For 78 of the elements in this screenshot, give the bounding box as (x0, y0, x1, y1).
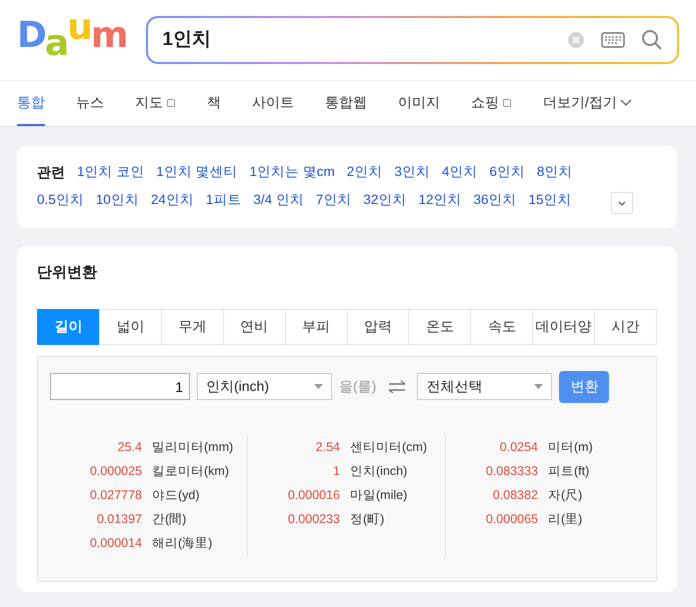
unit-tab[interactable]: 속도 (470, 308, 534, 344)
related-link[interactable]: 3/4 인치 (253, 190, 304, 214)
search-icon[interactable] (641, 29, 663, 51)
search-query: 1인치 (162, 28, 212, 52)
related-link[interactable]: 10인치 (96, 190, 139, 214)
related-link[interactable]: 1인치는 몇cm (250, 162, 335, 187)
result-value: 25.4 (116, 439, 142, 456)
chevron-down-icon (620, 98, 632, 106)
result-value: 0.000016 (286, 487, 340, 504)
dropdown-caret-icon (534, 384, 544, 389)
from-unit-select[interactable]: 인치(inch) (197, 373, 332, 400)
keyboard-icon[interactable] (601, 32, 625, 48)
nav-tab[interactable]: 통합 (17, 81, 45, 126)
unit-name: 밀리미터(mm) (152, 439, 234, 456)
section-title: 단위변환 (37, 263, 98, 283)
unit-tab[interactable]: 연비 (222, 308, 286, 344)
result-value: 0.000065 (484, 511, 538, 528)
unit-name: 미터(m) (548, 439, 593, 456)
unit-tab[interactable]: 부피 (284, 308, 348, 344)
to-unit-select[interactable]: 전체선택 (417, 373, 552, 400)
related-link[interactable]: 0.5인치 (37, 190, 84, 214)
related-link[interactable]: 36인치 (473, 190, 516, 214)
related-link[interactable]: 4인치 (442, 162, 478, 187)
result-value: 0.000025 (88, 463, 142, 480)
result-value: 0.000233 (286, 511, 340, 528)
unit-tab[interactable]: 압력 (346, 308, 410, 344)
related-link[interactable]: 24인치 (150, 190, 194, 214)
unit-tab[interactable]: 시간 (594, 308, 658, 344)
unit-name: 인치(inch) (350, 463, 408, 480)
nav-tab[interactable]: 사이트 (252, 81, 294, 126)
unit-tab[interactable]: 무게 (160, 308, 224, 344)
unit-tab[interactable]: 온도 (408, 308, 472, 344)
nav-tab[interactable]: 이미지 (398, 81, 440, 126)
related-link[interactable]: 15인치 (528, 190, 572, 214)
related-link[interactable]: 12인치 (418, 190, 462, 214)
result-value: 0.01397 (96, 511, 142, 528)
swap-icon[interactable] (386, 380, 407, 394)
result-value: 0.083333 (484, 463, 538, 480)
related-link[interactable]: 32인치 (363, 190, 406, 214)
nav-tab[interactable]: 통합웹 (325, 81, 367, 126)
unit-tab[interactable]: 길이 (37, 308, 100, 344)
search-field[interactable]: 1인치 (146, 16, 679, 64)
result-value: 2.54 (314, 439, 340, 456)
nav-tab[interactable]: 지도 (135, 81, 176, 126)
nav-tab[interactable]: 책 (207, 81, 221, 126)
nav-tab[interactable]: 쇼핑 (471, 81, 512, 126)
related-link[interactable]: 2인치 (346, 162, 382, 187)
related-label: 관련 (37, 163, 65, 182)
expand-button[interactable] (611, 192, 633, 214)
result-value: 0.08382 (492, 487, 538, 504)
related-link[interactable]: 8인치 (536, 162, 572, 187)
result-value: 0.0254 (498, 439, 538, 456)
unit-name: 야드(yd) (152, 487, 200, 504)
nav-tab[interactable]: 더보기/접기 (543, 81, 632, 126)
unit-name: 해리(海里) (152, 535, 212, 552)
unit-name: 피트(ft) (548, 463, 590, 480)
unit-name: 센티미터(cm) (350, 439, 427, 456)
unit-name: 마일(mile) (350, 487, 408, 504)
unit-name: 간(間) (152, 511, 186, 528)
result-value: 0.027778 (88, 487, 142, 504)
result-value: 0.000014 (88, 535, 142, 552)
related-link[interactable]: 6인치 (489, 162, 525, 187)
unit-name: 리(里) (548, 511, 582, 528)
related-link[interactable]: 3인치 (394, 162, 430, 187)
dropdown-caret-icon (314, 384, 323, 389)
unit-tab[interactable]: 데이터양 (532, 308, 596, 344)
result-value: 1 (332, 463, 340, 480)
amount-input[interactable]: 1 (50, 373, 190, 400)
unit-name: 자(尺) (548, 487, 582, 504)
unit-tab[interactable]: 넓이 (98, 308, 162, 344)
particle-label: 을(를) (339, 377, 376, 396)
related-link[interactable]: 1인치 몇센티 (156, 162, 238, 187)
related-link[interactable]: 1인치 코인 (77, 162, 144, 187)
nav-tab[interactable]: 뉴스 (76, 81, 104, 126)
related-link[interactable]: 1피트 (206, 190, 242, 214)
unit-name: 정(町) (350, 511, 384, 528)
related-link[interactable]: 7인치 (316, 190, 352, 214)
unit-name: 킬로미터(km) (152, 463, 229, 480)
